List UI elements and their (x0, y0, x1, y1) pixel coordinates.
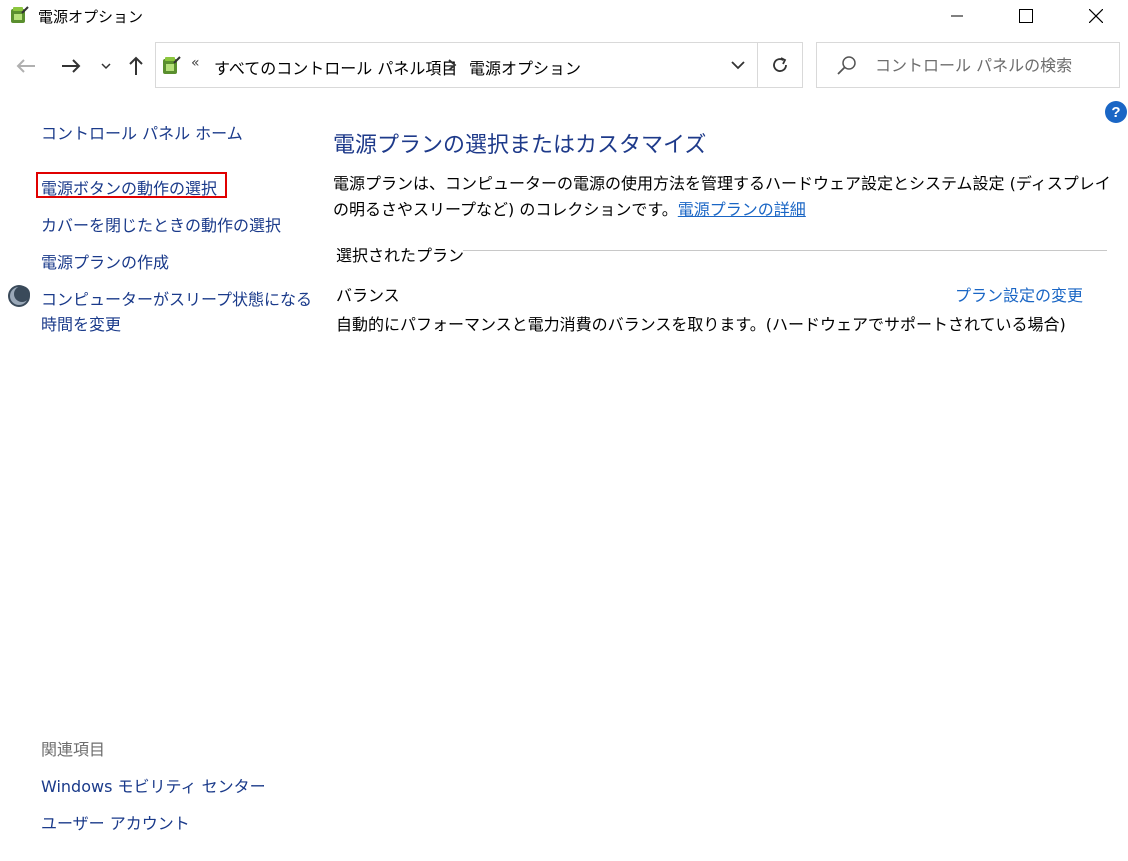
power-options-icon (11, 6, 29, 23)
sleep-moon-icon (8, 285, 30, 307)
address-bar[interactable]: « すべてのコントロール パネル項目 電源オプション (155, 42, 803, 88)
search-input[interactable] (875, 53, 1110, 77)
chevron-right-icon[interactable] (446, 58, 458, 72)
highlight-box (36, 172, 227, 198)
recent-locations-button[interactable] (96, 50, 116, 82)
close-icon (1089, 8, 1103, 23)
related-items-heading: 関連項目 (41, 740, 106, 759)
arrow-left-icon (16, 59, 35, 73)
breadcrumb-power-options[interactable]: 電源オプション (469, 55, 581, 79)
page-description: 電源プランは、コンピューターの電源の使用方法を管理するハードウェア設定とシステム… (333, 171, 1113, 223)
control-panel-icon (163, 56, 181, 74)
section-divider (463, 250, 1107, 251)
window-title: 電源オプション (38, 8, 144, 26)
maximize-button[interactable] (1003, 0, 1049, 31)
refresh-button[interactable] (758, 43, 802, 87)
user-accounts-link[interactable]: ユーザー アカウント (41, 810, 190, 834)
back-button[interactable] (8, 50, 44, 82)
plan-description: 自動的にパフォーマンスと電力消費のバランスを取ります。(ハードウェアでサポートさ… (336, 315, 1066, 334)
arrow-right-icon (62, 59, 81, 73)
search-box[interactable] (816, 42, 1120, 88)
plan-name: バランス (336, 286, 400, 305)
mobility-center-link[interactable]: Windows モビリティ センター (41, 773, 266, 797)
up-button[interactable] (120, 50, 152, 82)
selected-plan-heading: 選択されたプラン (336, 246, 465, 265)
close-button[interactable] (1073, 0, 1119, 31)
sleep-time-link-continued[interactable]: 時間を変更 (41, 311, 121, 335)
change-plan-settings-link[interactable]: プラン設定の変更 (955, 282, 1083, 306)
forward-button[interactable] (53, 50, 89, 82)
lid-close-behavior-link[interactable]: カバーを閉じたときの動作の選択 (41, 212, 281, 236)
create-power-plan-link[interactable]: 電源プランの作成 (41, 249, 169, 273)
refresh-icon (773, 57, 787, 72)
search-icon (837, 56, 856, 75)
address-overflow[interactable]: « (191, 55, 200, 71)
address-dropdown-button[interactable] (719, 43, 757, 87)
maximize-icon (1019, 8, 1033, 23)
minimize-button[interactable] (934, 0, 980, 31)
title-bar: 電源オプション (0, 0, 1128, 31)
arrow-up-icon (129, 56, 143, 75)
chevron-down-icon (101, 63, 111, 70)
breadcrumb-all-items[interactable]: すべてのコントロール パネル項目 (214, 55, 457, 79)
minimize-icon (951, 15, 963, 16)
help-button[interactable]: ? (1105, 101, 1127, 123)
power-plan-details-link[interactable]: 電源プランの詳細 (678, 200, 806, 219)
sleep-time-link[interactable]: コンピューターがスリープ状態になる (41, 286, 312, 310)
chevron-down-icon (731, 61, 745, 70)
control-panel-home-link[interactable]: コントロール パネル ホーム (41, 120, 243, 144)
page-title: 電源プランの選択またはカスタマイズ (333, 133, 707, 158)
